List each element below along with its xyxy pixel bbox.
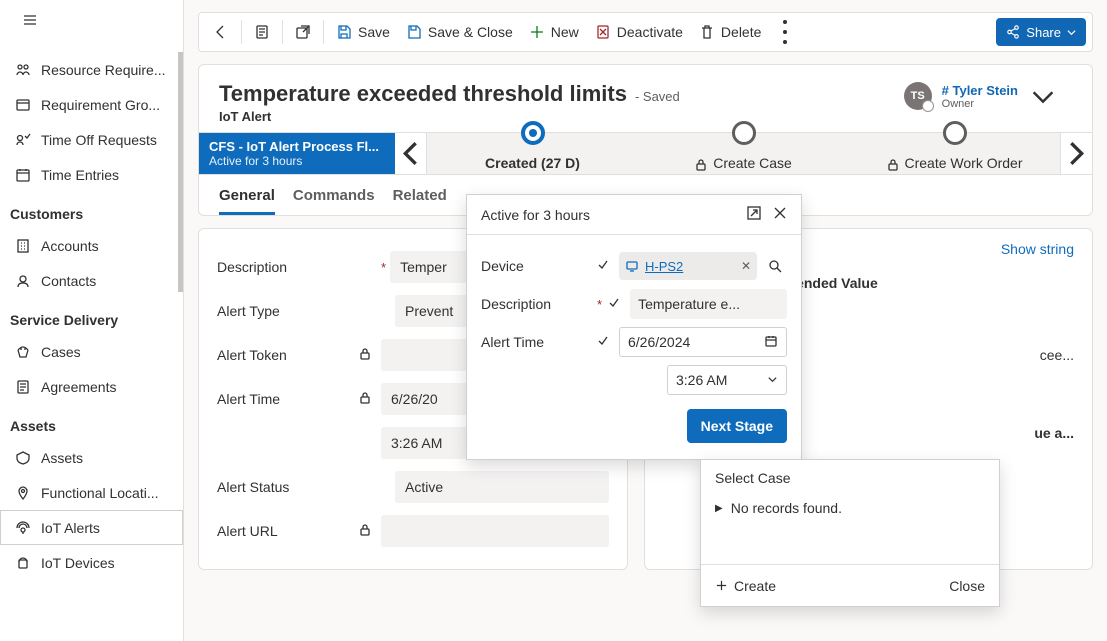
bpf-next-button[interactable] bbox=[1060, 133, 1092, 174]
flyout-title: Active for 3 hours bbox=[481, 207, 590, 223]
required-indicator: * bbox=[381, 260, 386, 275]
sidebar-item-assets[interactable]: Assets bbox=[0, 440, 183, 475]
check-icon bbox=[597, 335, 609, 350]
hamburger-button[interactable] bbox=[12, 2, 48, 38]
lock-icon bbox=[359, 523, 371, 539]
alert-url-field bbox=[381, 515, 609, 547]
contacts-icon bbox=[11, 273, 35, 289]
create-button[interactable]: Create bbox=[715, 578, 776, 594]
iot-alerts-icon bbox=[11, 520, 35, 536]
assets-icon bbox=[11, 450, 35, 466]
new-button[interactable]: New bbox=[521, 16, 587, 48]
flyout-date-field[interactable]: 6/26/2024 bbox=[619, 327, 787, 357]
next-stage-button[interactable]: Next Stage bbox=[687, 409, 787, 443]
nav-header: Assets bbox=[0, 404, 183, 440]
chevron-down-icon[interactable] bbox=[767, 372, 778, 388]
dock-icon[interactable] bbox=[747, 206, 761, 223]
close-icon[interactable] bbox=[773, 206, 787, 223]
more-commands-button[interactable] bbox=[769, 16, 801, 48]
sidebar-item-iot-alerts[interactable]: IoT Alerts bbox=[0, 510, 183, 545]
cases-icon bbox=[11, 344, 35, 360]
owner-name[interactable]: # Tyler Stein bbox=[942, 83, 1018, 98]
tab-commands[interactable]: Commands bbox=[293, 187, 375, 215]
bpf-stage-flyout: Active for 3 hours Device H-PS2 ✕ Descri… bbox=[466, 194, 802, 460]
bpf-title[interactable]: CFS - IoT Alert Process Fl... Active for… bbox=[199, 133, 395, 174]
deactivate-button[interactable]: Deactivate bbox=[587, 16, 691, 48]
business-process-flow: CFS - IoT Alert Process Fl... Active for… bbox=[199, 132, 1092, 174]
sidebar-item-agreements[interactable]: Agreements bbox=[0, 369, 183, 404]
alert-status-field[interactable]: Active bbox=[395, 471, 609, 503]
bpf-stage-1[interactable]: Create Case bbox=[638, 133, 849, 174]
lock-icon bbox=[359, 347, 371, 363]
time-off-icon bbox=[11, 132, 35, 148]
lock-icon bbox=[359, 391, 371, 407]
sidebar-item-iot-devices[interactable]: IoT Devices bbox=[0, 545, 183, 580]
sidebar-item-time-off[interactable]: Time Off Requests bbox=[0, 122, 183, 157]
sidebar-item-functional-locations[interactable]: Functional Locati... bbox=[0, 475, 183, 510]
open-new-window-button[interactable] bbox=[287, 16, 319, 48]
form-selector-button[interactable] bbox=[246, 16, 278, 48]
clear-lookup-icon[interactable]: ✕ bbox=[741, 259, 751, 273]
no-records-text: No records found. bbox=[731, 500, 842, 516]
show-string-link[interactable]: Show string bbox=[1001, 241, 1074, 257]
time-entries-icon bbox=[11, 167, 35, 183]
flyout-time-field[interactable]: 3:26 AM bbox=[667, 365, 787, 395]
stage-indicator-icon bbox=[732, 121, 756, 145]
flyout-description-field[interactable]: Temperature e... bbox=[630, 289, 787, 319]
header-expand-button[interactable] bbox=[1028, 81, 1058, 111]
bpf-prev-button[interactable] bbox=[395, 133, 427, 174]
stage-indicator-icon bbox=[521, 121, 545, 145]
check-icon bbox=[597, 259, 609, 274]
bpf-stage-0[interactable]: Created (27 D) bbox=[427, 133, 638, 174]
sidebar-item-resource-requirements[interactable]: Resource Require... bbox=[0, 52, 183, 87]
device-lookup[interactable]: H-PS2 ✕ bbox=[619, 252, 757, 280]
sidebar-item-contacts[interactable]: Contacts bbox=[0, 263, 183, 298]
left-sidebar: Resource Require...Requirement Gro...Tim… bbox=[0, 0, 184, 641]
close-button[interactable]: Close bbox=[949, 578, 985, 594]
deactivate-label: Deactivate bbox=[617, 24, 683, 40]
requirement-groups-icon bbox=[11, 97, 35, 113]
case-flyout-title: Select Case bbox=[701, 460, 999, 496]
stage-indicator-icon bbox=[943, 121, 967, 145]
nav-header: Service Delivery bbox=[0, 298, 183, 334]
iot-devices-icon bbox=[11, 555, 35, 571]
agreements-icon bbox=[11, 379, 35, 395]
delete-label: Delete bbox=[721, 24, 761, 40]
command-bar: Save Save & Close New Deactivate Delete … bbox=[198, 12, 1093, 52]
nav-header: Customers bbox=[0, 192, 183, 228]
search-icon[interactable] bbox=[763, 259, 787, 273]
accounts-icon bbox=[11, 238, 35, 254]
resource-requirements-icon bbox=[11, 62, 35, 78]
save-close-button[interactable]: Save & Close bbox=[398, 16, 521, 48]
entity-name: IoT Alert bbox=[219, 109, 680, 124]
tab-general[interactable]: General bbox=[219, 187, 275, 215]
record-saved-indicator: - Saved bbox=[635, 89, 680, 104]
sidebar-item-accounts[interactable]: Accounts bbox=[0, 228, 183, 263]
new-label: New bbox=[551, 24, 579, 40]
sidebar-item-cases[interactable]: Cases bbox=[0, 334, 183, 369]
share-button[interactable]: Share bbox=[996, 18, 1086, 46]
owner-label: Owner bbox=[942, 98, 1018, 110]
record-title: Temperature exceeded threshold limits bbox=[219, 81, 627, 107]
select-case-flyout: Select Case ▶ No records found. Create C… bbox=[700, 459, 1000, 607]
expand-icon[interactable]: ▶ bbox=[715, 503, 723, 514]
check-icon bbox=[608, 297, 620, 312]
delete-button[interactable]: Delete bbox=[691, 16, 769, 48]
save-label: Save bbox=[358, 24, 390, 40]
back-button[interactable] bbox=[205, 16, 237, 48]
bpf-stage-2[interactable]: Create Work Order bbox=[849, 133, 1060, 174]
save-close-label: Save & Close bbox=[428, 24, 513, 40]
sidebar-item-time-entries[interactable]: Time Entries bbox=[0, 157, 183, 192]
avatar[interactable]: TS bbox=[904, 82, 932, 110]
tab-related[interactable]: Related bbox=[393, 187, 447, 215]
calendar-icon[interactable] bbox=[764, 334, 778, 351]
functional-locations-icon bbox=[11, 485, 35, 501]
sidebar-item-requirement-groups[interactable]: Requirement Gro... bbox=[0, 87, 183, 122]
sidebar-scrollbar[interactable] bbox=[178, 52, 183, 292]
save-button[interactable]: Save bbox=[328, 16, 398, 48]
